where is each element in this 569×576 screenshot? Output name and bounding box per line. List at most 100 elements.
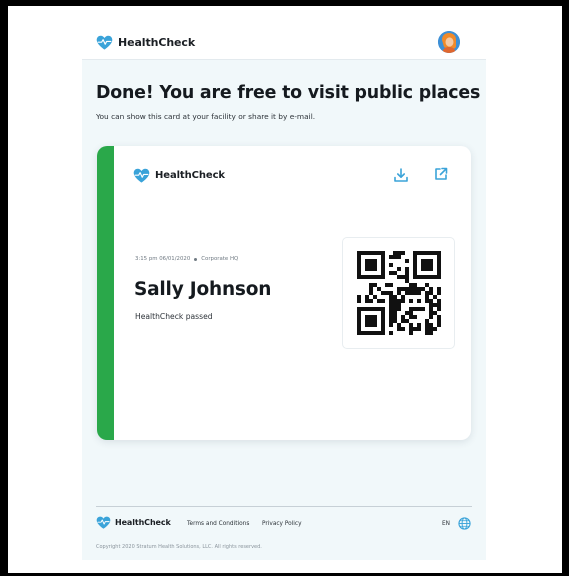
- qr-module: [401, 315, 405, 319]
- qr-module: [357, 267, 361, 271]
- qr-module: [381, 323, 385, 327]
- qr-module: [437, 287, 441, 291]
- qr-module: [425, 251, 429, 255]
- qr-module: [401, 319, 405, 323]
- download-icon: [394, 168, 408, 182]
- terms-link[interactable]: Terms and Conditions: [187, 521, 249, 527]
- qr-module: [373, 251, 377, 255]
- qr-module: [393, 271, 397, 275]
- qr-module: [369, 263, 373, 267]
- health-pass-card: HealthCheck 3:15 pm 06/01/2020 Corporate…: [97, 146, 471, 440]
- download-button[interactable]: [393, 167, 409, 183]
- qr-module: [413, 255, 417, 259]
- qr-module: [365, 259, 369, 263]
- qr-module: [413, 315, 417, 319]
- qr-module: [397, 299, 401, 303]
- qr-module: [413, 271, 417, 275]
- qr-module: [409, 307, 413, 311]
- qr-module: [425, 323, 429, 327]
- qr-module: [421, 275, 425, 279]
- qr-module: [373, 307, 377, 311]
- page-title: Done! You are free to visit public place…: [96, 83, 481, 103]
- qr-module: [397, 275, 401, 279]
- qr-module: [393, 295, 397, 299]
- qr-module: [437, 315, 441, 319]
- qr-module: [357, 255, 361, 259]
- qr-module: [413, 287, 417, 291]
- qr-module: [381, 311, 385, 315]
- qr-module: [369, 307, 373, 311]
- privacy-link[interactable]: Privacy Policy: [262, 521, 302, 527]
- qr-module: [437, 267, 441, 271]
- qr-module: [369, 283, 373, 287]
- qr-module: [381, 315, 385, 319]
- qr-module: [429, 299, 433, 303]
- qr-module: [397, 303, 401, 307]
- qr-module: [433, 327, 437, 331]
- qr-module: [405, 267, 409, 271]
- qr-module: [393, 315, 397, 319]
- qr-module: [369, 251, 373, 255]
- qr-module: [365, 319, 369, 323]
- qr-module: [381, 275, 385, 279]
- qr-module: [369, 267, 373, 271]
- share-icon: [435, 167, 448, 180]
- footer-brand-name: HealthCheck: [115, 518, 171, 527]
- qr-module: [357, 327, 361, 331]
- qr-module: [437, 255, 441, 259]
- qr-module: [429, 327, 433, 331]
- qr-module: [405, 259, 409, 263]
- qr-module: [429, 331, 433, 335]
- qr-module: [377, 307, 381, 311]
- qr-module: [389, 307, 393, 311]
- qr-module: [421, 287, 425, 291]
- footer-logo[interactable]: HealthCheck: [96, 516, 171, 529]
- globe-icon[interactable]: [458, 517, 471, 530]
- qr-module: [373, 323, 377, 327]
- qr-module: [373, 263, 377, 267]
- qr-module: [405, 311, 409, 315]
- qr-module: [397, 287, 401, 291]
- qr-module: [429, 303, 433, 307]
- qr-code-icon: [357, 251, 441, 335]
- qr-module: [381, 251, 385, 255]
- qr-module: [413, 275, 417, 279]
- qr-module: [369, 315, 373, 319]
- user-avatar-icon[interactable]: [438, 31, 460, 53]
- qr-module: [417, 307, 421, 311]
- qr-module: [357, 319, 361, 323]
- qr-module: [373, 319, 377, 323]
- qr-module: [437, 307, 441, 311]
- share-button[interactable]: [433, 166, 449, 182]
- qr-module: [393, 311, 397, 315]
- qr-module: [413, 267, 417, 271]
- qr-module: [409, 283, 413, 287]
- qr-module: [425, 319, 429, 323]
- qr-module: [409, 323, 413, 327]
- qr-module: [365, 331, 369, 335]
- qr-module: [433, 295, 437, 299]
- qr-module: [357, 295, 361, 299]
- qr-module: [417, 251, 421, 255]
- person-name: Sally Johnson: [134, 279, 272, 300]
- header-logo[interactable]: HealthCheck: [96, 35, 195, 50]
- qr-module: [429, 251, 433, 255]
- qr-module: [409, 291, 413, 295]
- pass-status-stripe: [97, 146, 114, 440]
- heart-pulse-icon: [96, 35, 113, 50]
- qr-module: [389, 319, 393, 323]
- qr-module: [397, 323, 401, 327]
- qr-module: [401, 299, 405, 303]
- qr-module: [357, 311, 361, 315]
- qr-module: [365, 251, 369, 255]
- qr-module: [389, 331, 393, 335]
- qr-module: [405, 275, 409, 279]
- qr-module: [433, 303, 437, 307]
- qr-module: [373, 315, 377, 319]
- qr-module: [389, 303, 393, 307]
- language-label[interactable]: EN: [442, 521, 450, 527]
- check-timestamp: 3:15 pm 06/01/2020: [135, 256, 191, 262]
- qr-module: [433, 311, 437, 315]
- qr-module: [389, 283, 393, 287]
- qr-module: [369, 275, 373, 279]
